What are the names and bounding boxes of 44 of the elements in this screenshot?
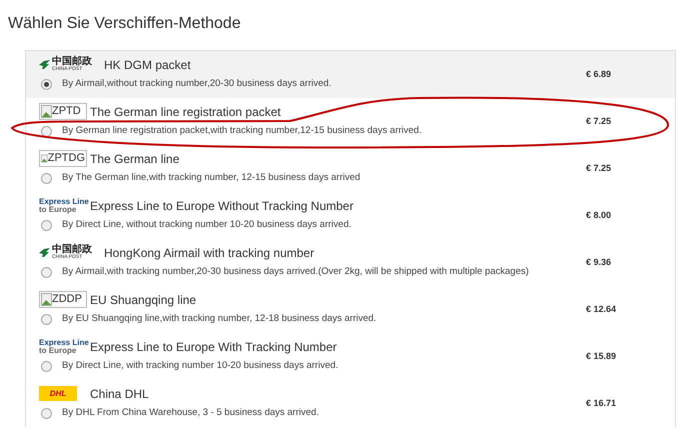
logo-text: 中国邮政 bbox=[52, 57, 92, 67]
page-heading: Wählen Sie Verschiffen-Methode bbox=[7, 14, 242, 34]
method-name: The German line registration packet bbox=[90, 104, 281, 120]
method-price: € 16.71 bbox=[586, 396, 618, 410]
broken-image-icon bbox=[41, 105, 52, 118]
method-description: By Airmail,with tracking number,20-30 business days arrived.(Over 2kg, will be shipped with multiple packages) bbox=[62, 265, 529, 280]
radio-button[interactable] bbox=[41, 267, 52, 278]
method-price: € 15.89 bbox=[586, 350, 618, 363]
broken-image-icon bbox=[41, 152, 48, 165]
method-description: By Airmail,without tracking number,20-30 business days arrived. bbox=[62, 77, 332, 92]
method-price: € 7.25 bbox=[586, 114, 612, 128]
method-description: By Direct Line, without tracking number 10-20 business days arrived. bbox=[62, 218, 352, 232]
radio-button[interactable] bbox=[41, 79, 52, 90]
method-name: HongKong Airmail with tracking number bbox=[104, 244, 314, 262]
radio-button[interactable] bbox=[41, 314, 52, 325]
method-price: € 12.64 bbox=[586, 302, 618, 316]
method-price: € 6.89 bbox=[586, 68, 612, 81]
alt-text: ZPTDG bbox=[48, 153, 85, 164]
method-description: By EU Shuangqing line,with tracking number, 12-18 business days arrived. bbox=[62, 312, 376, 326]
radio-button[interactable] bbox=[41, 361, 52, 372]
method-description: By The German line,with tracking number, 12-15 business days arrived bbox=[62, 171, 360, 186]
method-name: HK DGM packet bbox=[104, 56, 191, 74]
method-description: By German line registration packet,with tracking number,12-15 business days arrived. bbox=[62, 124, 422, 138]
logo-text: 中国邮政 bbox=[52, 245, 92, 255]
radio-button[interactable] bbox=[41, 173, 52, 184]
method-price: € 8.00 bbox=[586, 208, 612, 222]
radio-button[interactable] bbox=[41, 220, 52, 231]
method-description: By DHL From China Warehouse, 3 - 5 business days arrived. bbox=[62, 406, 319, 420]
dhl-logo: DHL bbox=[39, 386, 77, 401]
method-description: By Direct Line, with tracking number 10-20 business days arrived. bbox=[62, 359, 338, 374]
alt-text: ZDDP bbox=[52, 294, 82, 305]
method-name: Express Line to Europe Without Tracking Number bbox=[90, 198, 354, 214]
method-name: China DHL bbox=[90, 386, 149, 402]
express-line-logo: Express Line to Europe bbox=[39, 338, 87, 354]
radio-button[interactable] bbox=[41, 408, 52, 419]
alt-text: ZPTD bbox=[52, 106, 81, 117]
method-price: € 9.36 bbox=[586, 256, 612, 269]
express-line-logo: Express Line to Europe bbox=[39, 198, 87, 214]
method-name: EU Shuangqing line bbox=[90, 292, 196, 308]
method-name: The German line bbox=[90, 150, 180, 168]
radio-button[interactable] bbox=[41, 126, 52, 137]
broken-image-icon bbox=[41, 293, 52, 306]
method-price: € 7.25 bbox=[586, 162, 612, 175]
method-name: Express Line to Europe With Tracking Number bbox=[90, 338, 337, 356]
